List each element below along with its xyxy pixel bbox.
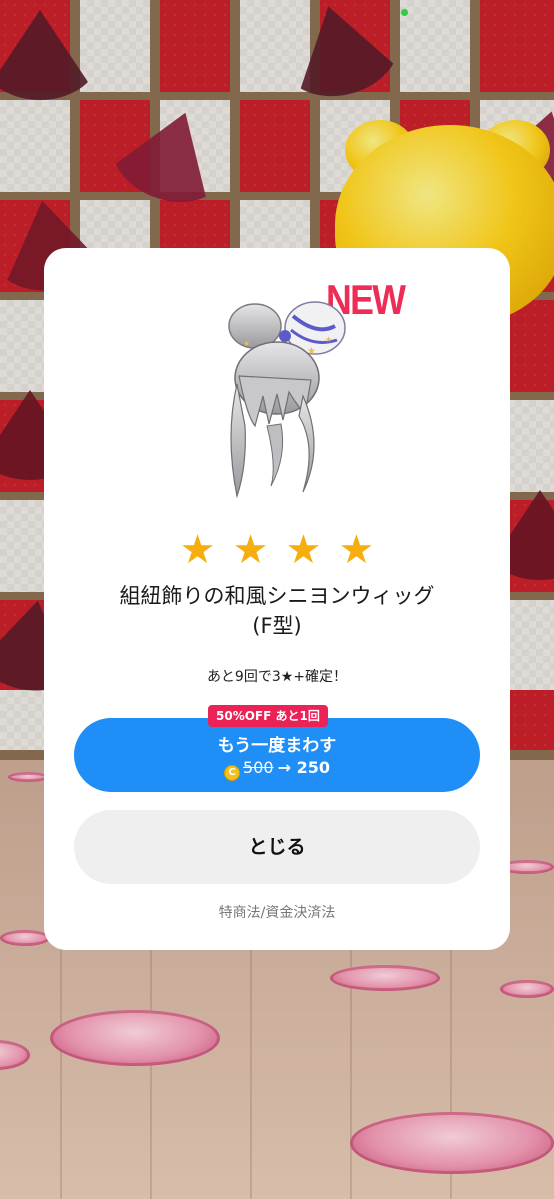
star-icon: ★	[179, 527, 216, 573]
price-arrow: →	[277, 758, 291, 777]
svg-text:★: ★	[325, 335, 332, 344]
item-name-line2: (F型)	[252, 614, 302, 638]
old-price: 500	[243, 758, 274, 777]
guarantee-notice: あと9回で3★+確定！	[206, 669, 348, 685]
item-image-wig: ★ ★ ★	[228, 301, 346, 499]
star-icon: ★	[285, 527, 322, 573]
star-icon: ★	[338, 527, 375, 573]
item-name-line1: 組紐飾りの和風シニヨンウィッグ	[119, 584, 435, 608]
svg-text:★: ★	[243, 339, 250, 348]
spin-again-button[interactable]: もう一度まわす C 500 → 250	[74, 718, 480, 792]
discount-badge: 50%OFF あと1回	[208, 705, 328, 727]
legal-notice-link[interactable]: 特商法/資金決済法	[44, 902, 510, 922]
coin-icon: C	[224, 765, 241, 781]
new-price: 250	[296, 758, 330, 777]
rarity-stars: ★ ★ ★ ★	[44, 528, 510, 572]
close-button[interactable]: とじる	[74, 810, 480, 884]
status-indicator-dot	[401, 9, 408, 16]
gacha-result-modal: NEW ★ ★ ★ ★ ★ ★ ★ 組紐飾りの和風シニヨンウィッグ (F型) あ…	[44, 248, 510, 950]
spin-price: C 500 → 250	[74, 758, 480, 781]
spin-again-label: もう一度まわす	[217, 736, 337, 756]
star-icon: ★	[232, 527, 269, 573]
svg-text:★: ★	[307, 346, 316, 357]
item-name: 組紐飾りの和風シニヨンウィッグ (F型)	[64, 581, 490, 641]
